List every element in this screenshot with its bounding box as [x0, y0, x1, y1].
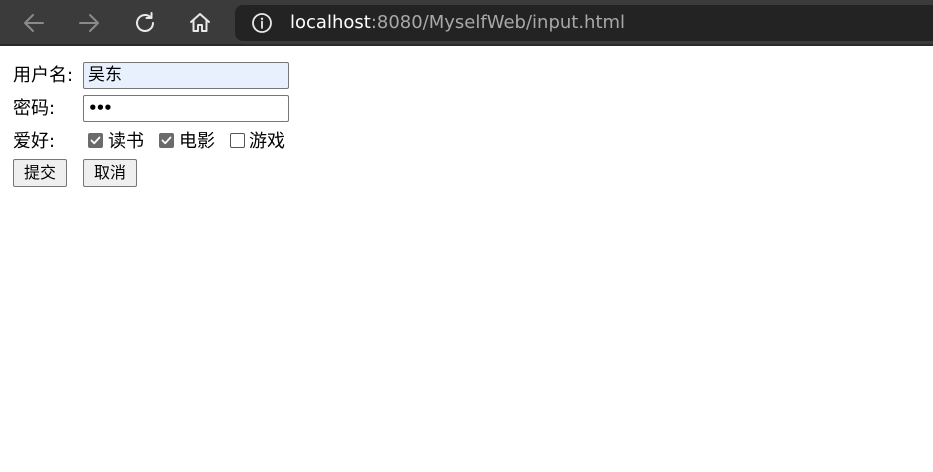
check-icon	[161, 136, 172, 145]
url-host: localhost	[290, 12, 371, 33]
check-icon	[90, 136, 101, 145]
hobby-checkbox-movies[interactable]	[159, 133, 174, 148]
home-icon	[190, 13, 210, 32]
hobby-option-games: 游戏	[249, 131, 285, 152]
hobby-checkbox-reading[interactable]	[88, 133, 103, 148]
refresh-button[interactable]	[129, 7, 161, 39]
hobby-label: 爱好:	[13, 131, 56, 152]
password-input[interactable]: •••	[83, 95, 289, 122]
hobby-option-reading: 读书	[108, 131, 144, 152]
forward-arrow-icon	[79, 14, 99, 32]
username-input[interactable]: 吴东	[83, 62, 289, 89]
url-path: :8080/MyselfWeb/input.html	[370, 12, 626, 33]
hobby-option-movies: 电影	[179, 131, 215, 152]
back-arrow-icon	[24, 14, 44, 32]
browser-toolbar: localhost:8080/MyselfWeb/input.html	[0, 0, 933, 46]
forward-button[interactable]	[73, 7, 105, 39]
url-text[interactable]: localhost:8080/MyselfWeb/input.html	[290, 12, 625, 34]
password-mask: •••	[88, 99, 113, 117]
home-button[interactable]	[184, 7, 216, 39]
back-button[interactable]	[18, 7, 50, 39]
info-icon[interactable]	[251, 12, 273, 34]
refresh-icon	[136, 12, 154, 32]
submit-button[interactable]: 提交	[13, 159, 67, 187]
password-label: 密码:	[13, 98, 56, 119]
hobby-checkbox-games[interactable]	[230, 133, 245, 148]
cancel-button[interactable]: 取消	[83, 159, 137, 187]
address-bar[interactable]: localhost:8080/MyselfWeb/input.html	[235, 5, 933, 41]
username-label: 用户名:	[13, 65, 74, 86]
